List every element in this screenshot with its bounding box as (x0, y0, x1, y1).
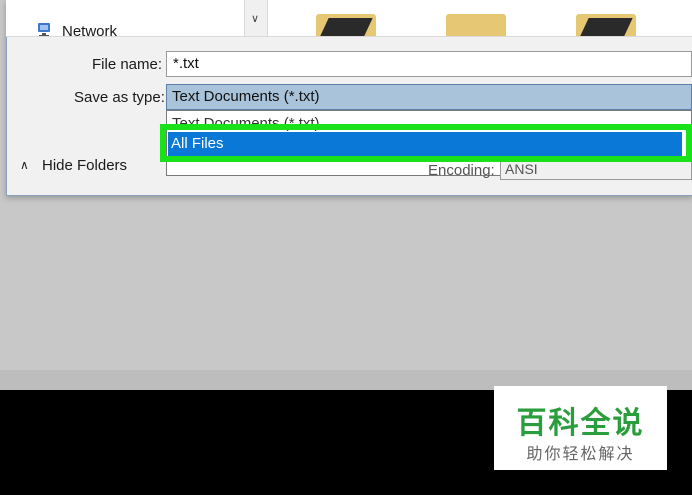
folder-icon[interactable] (446, 14, 506, 36)
watermark-title: 百科全说 (516, 406, 645, 441)
nav-pane-scrollbar[interactable]: ∨ (244, 0, 268, 36)
chevron-down-icon[interactable]: ∨ (251, 12, 259, 25)
hide-folders-label: Hide Folders (42, 157, 128, 174)
file-browser-area: Network ∨ (6, 0, 692, 37)
save-as-type-label: Save as type: (74, 89, 165, 106)
navigation-pane: Network (6, 0, 244, 36)
watermark-subtitle: 助你轻松解决 (526, 444, 635, 463)
network-icon (38, 23, 50, 36)
file-name-label: File name: (92, 56, 163, 73)
nav-item-network-label: Network (62, 23, 118, 37)
folder-icon[interactable] (316, 14, 376, 36)
highlight-annotation (160, 124, 692, 162)
save-as-type-select[interactable]: Text Documents (*.txt) (166, 84, 692, 110)
watermark-logo: 百科全说 助你轻松解决 (494, 386, 667, 470)
encoding-label: Encoding: (428, 162, 495, 179)
file-name-input[interactable]: *.txt (166, 51, 692, 77)
folder-icon[interactable] (576, 14, 636, 36)
chevron-up-icon: ∧ (20, 158, 29, 172)
